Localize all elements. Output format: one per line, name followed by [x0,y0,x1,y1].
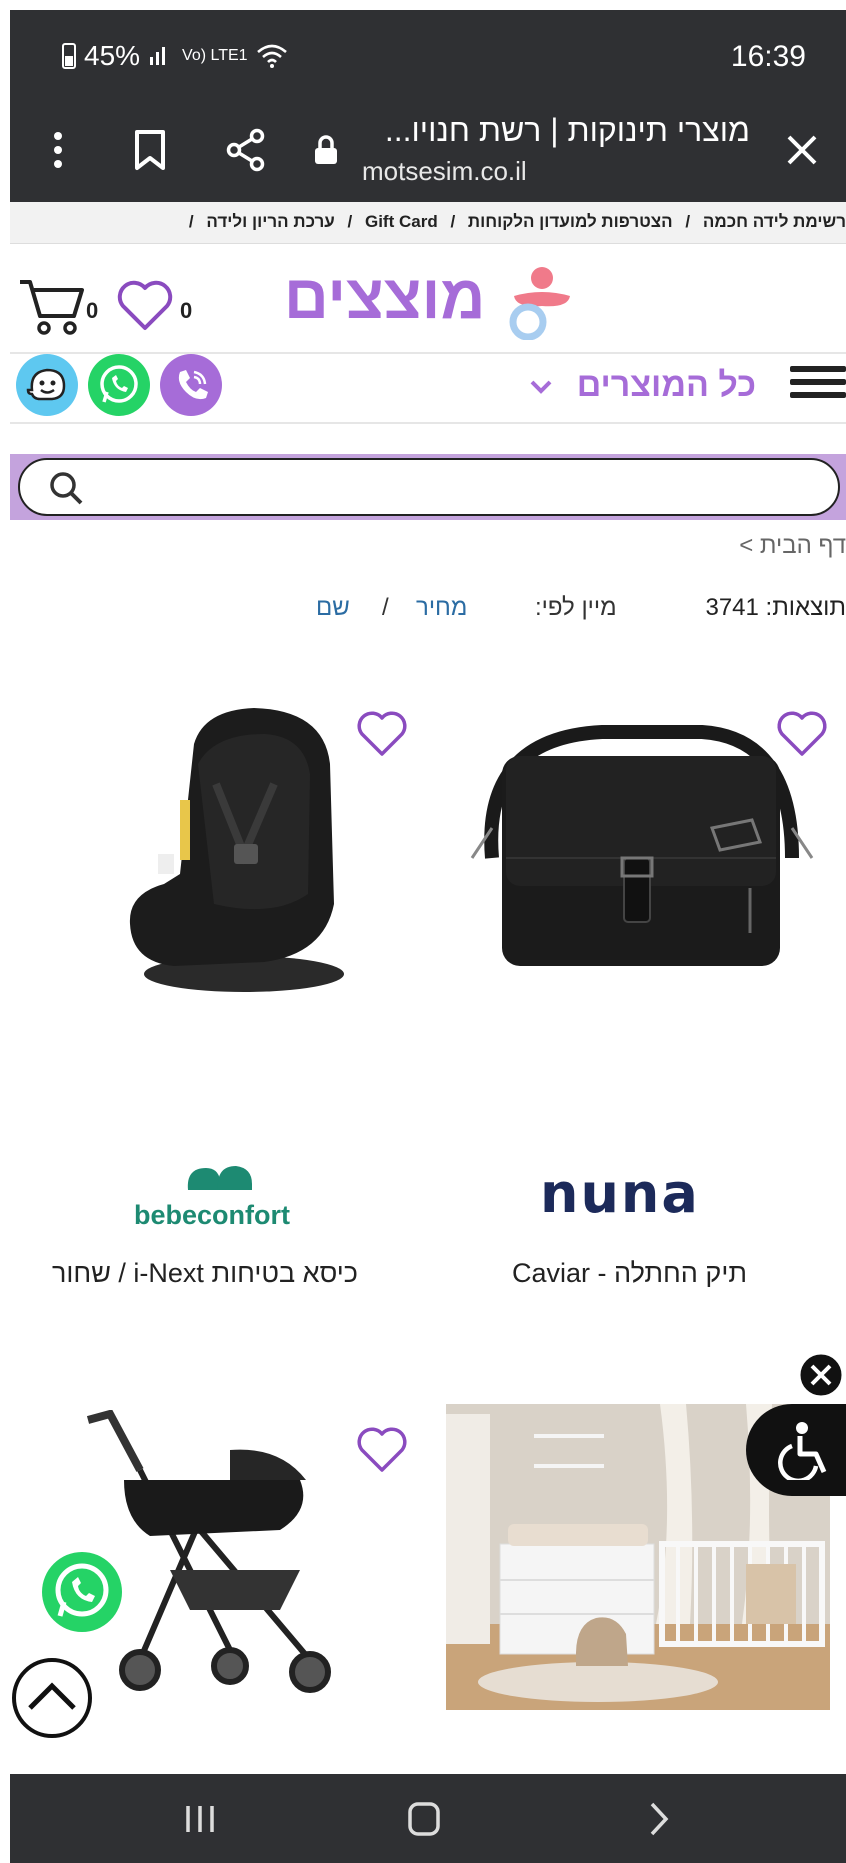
product-name[interactable]: תיק החתלה - Caviar [512,1258,747,1289]
sort-label: מיין לפי: [535,594,617,621]
hamburger-line [790,392,846,398]
listing-toolbar: תוצאות: 3741 מיין לפי: מחיר / שם [10,590,846,626]
product-image-car-seat[interactable] [124,704,344,994]
waze-icon [26,368,66,401]
system-nav-bar [10,1774,846,1863]
search-bar [10,454,846,520]
lock-icon [298,122,354,178]
top-link-separator: / [347,212,353,231]
all-products-label: כל המוצרים [576,366,756,404]
whatsapp-chat-float-icon[interactable] [38,1548,126,1636]
chevron-down-icon [530,380,552,394]
battery-icon [62,43,76,69]
home-icon[interactable] [394,1796,454,1842]
battery-percent: 45% [84,40,141,71]
sort-by-price-link[interactable]: מחיר [416,594,467,622]
sort-separator: / [382,594,389,621]
wishlist-button[interactable]: 0 [116,278,200,334]
cart-icon [20,280,84,335]
share-icon[interactable] [218,122,274,178]
heart-icon [117,280,173,330]
page-title: מוצרי תינוקות | רשת חנויו... [384,112,750,148]
recent-apps-icon[interactable] [170,1796,230,1842]
top-link-separator: / [450,212,456,231]
network-label: Vo) LTE1 [182,47,248,64]
wishlist-count: 0 [180,298,193,323]
top-link-separator: / [188,212,194,231]
nav-divider [10,422,846,424]
brand-logo-bebeconfort: bebeconfort [134,1166,291,1231]
page-url[interactable]: motsesim.co.il [362,156,527,187]
close-ad-icon[interactable] [796,1350,846,1400]
browser-toolbar: מוצרי תינוקות | רשת חנויו... motsesim.co… [10,100,846,202]
whatsapp-button[interactable] [88,354,150,416]
waze-button[interactable] [16,354,78,416]
cart-button[interactable]: 0 [18,276,108,336]
top-link-maternity-kit[interactable]: ערכת הריון ולידה [206,212,334,231]
top-link-club[interactable]: הצטרפות למועדון הלקוחות [468,212,673,231]
product-name[interactable]: כיסא בטיחות i-Next / שחור [52,1258,358,1289]
sort-by-name-link[interactable]: שם [316,594,350,622]
more-options-icon[interactable] [30,122,86,178]
elephants-logo-icon [187,1166,252,1190]
search-icon[interactable] [48,470,84,506]
scroll-to-top-icon[interactable] [10,1656,94,1740]
brand-name-bebeconfort: bebeconfort [134,1200,291,1230]
cart-count: 0 [86,298,99,323]
signal-icon [150,47,166,65]
top-link-gift-card[interactable]: Gift Card [365,212,438,231]
top-link-smart-registry[interactable]: רשימת לידה חכמה [703,212,846,231]
viber-button[interactable] [160,354,222,416]
status-bar: 45% Vo) LTE1 16:39 [10,10,846,100]
top-links-bar: רשימת לידה חכמה / הצטרפות למועדון הלקוחו… [10,202,846,244]
hamburger-menu-icon[interactable] [790,366,846,406]
pacifier-logo-icon [509,267,570,340]
brand-logo-nuna: nuna [540,1162,700,1225]
all-products-menu[interactable]: כל המוצרים [529,366,756,405]
results-count: תוצאות: 3741 [705,594,846,621]
wifi-icon [256,44,287,68]
accessibility-button[interactable] [746,1404,846,1496]
add-to-wishlist-heart-icon[interactable] [356,710,408,758]
clock: 16:39 [730,40,806,73]
bookmark-icon[interactable] [122,122,178,178]
top-link-separator: / [685,212,691,231]
search-input[interactable] [18,458,840,516]
frame-edge [0,0,10,1863]
whatsapp-icon [100,365,138,403]
back-icon[interactable] [628,1796,688,1842]
close-tab-icon[interactable] [774,122,830,178]
accessibility-wheelchair-icon [778,1422,827,1480]
add-to-wishlist-heart-icon[interactable] [356,1426,408,1474]
status-left: 45% Vo) LTE1 [62,40,288,72]
breadcrumb[interactable]: דף הבית > [739,532,846,560]
site-logo-text[interactable]: מוצצים [284,262,485,333]
product-image-diaper-bag[interactable] [462,708,818,972]
hamburger-line [790,366,846,372]
hamburger-line [790,379,846,385]
viber-phone-icon [178,370,208,400]
